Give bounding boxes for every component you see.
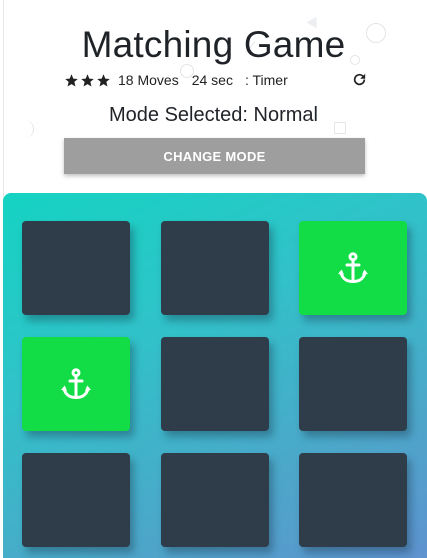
card-matched[interactable] <box>299 221 407 315</box>
timer-label: : Timer <box>244 72 288 88</box>
anchor-icon <box>338 252 368 284</box>
anchor-icon <box>61 368 91 400</box>
page-title: Matching Game <box>81 24 346 65</box>
star-icon <box>97 73 110 86</box>
card[interactable] <box>161 337 269 431</box>
star-rating <box>64 73 111 88</box>
restart-icon[interactable] <box>351 71 368 88</box>
card[interactable] <box>161 221 269 315</box>
mode-selected-label: Mode Selected: Normal <box>109 104 318 126</box>
moves-counter: 18 Moves <box>118 72 179 88</box>
card[interactable] <box>161 453 269 547</box>
card-deck <box>3 193 427 558</box>
card-matched[interactable] <box>22 337 130 431</box>
timer-value: 24 sec <box>191 72 233 88</box>
score-panel: 18 Moves 24 sec : Timer <box>64 70 368 90</box>
card[interactable] <box>22 221 130 315</box>
card[interactable] <box>22 453 130 547</box>
star-icon <box>65 73 78 86</box>
change-mode-button[interactable]: CHANGE MODE <box>64 138 365 174</box>
card[interactable] <box>299 337 407 431</box>
star-icon <box>81 73 94 86</box>
card[interactable] <box>299 453 407 547</box>
game-page: Matching Game 18 Moves 24 sec : Timer Mo… <box>0 0 427 558</box>
